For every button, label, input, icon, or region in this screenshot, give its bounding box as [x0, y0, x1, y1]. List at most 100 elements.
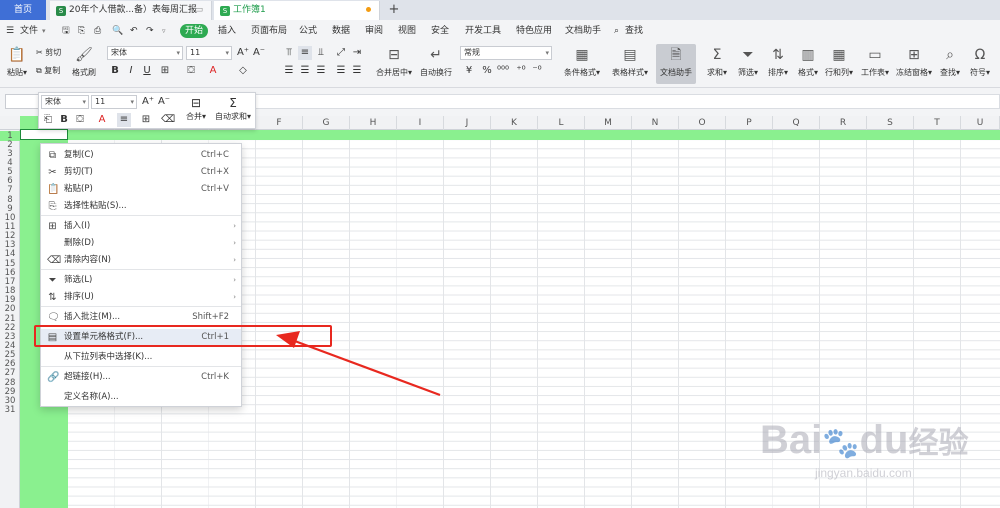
format-button[interactable]: ▥ 格式▾ [794, 46, 822, 78]
wrap-text-button[interactable]: ↵ 自动换行 [418, 46, 454, 78]
mini-autosum-button[interactable]: Σ 自动求和▾ [211, 95, 255, 122]
context-menu-item-8[interactable]: ⇅ 排序(U) › [41, 289, 241, 306]
symbol-button[interactable]: Ω 符号▾ [966, 46, 994, 78]
context-menu-item-2[interactable]: 📋 粘贴(P) Ctrl+V [41, 181, 241, 198]
column-header-k[interactable]: K [491, 116, 538, 130]
column-header-h[interactable]: H [350, 116, 397, 130]
decrease-decimal-icon[interactable]: ⁻⁰ [530, 64, 544, 78]
currency-icon[interactable]: ¥ [462, 64, 476, 78]
grow-font-icon[interactable]: A⁺ [236, 46, 250, 60]
mini-border-icon[interactable]: ⊞ [139, 113, 153, 127]
italic-icon[interactable]: I [124, 64, 138, 78]
align-top-icon[interactable]: ⫪ [282, 46, 296, 60]
mini-fill-color-icon[interactable]: ⛋ [73, 113, 87, 127]
hamburger-icon[interactable]: ☰ [6, 24, 14, 38]
menu-formula[interactable]: 公式 [299, 24, 317, 38]
context-menu-item-3[interactable]: ⎘ 选择性粘贴(S)... [41, 198, 241, 215]
table-style-button[interactable]: ▤ 表格样式▾ [608, 46, 652, 78]
distributed-icon[interactable]: ☰ [350, 64, 364, 78]
freeze-panes-button[interactable]: ⊞ 冻结窗格▾ [894, 46, 934, 78]
bold-icon[interactable]: B [108, 64, 122, 78]
column-header-u[interactable]: U [961, 116, 1000, 130]
column-header-t[interactable]: T [914, 116, 961, 130]
percent-icon[interactable]: % [480, 64, 494, 78]
redo-icon[interactable]: ↷ [146, 24, 154, 38]
align-right-icon[interactable]: ☰ [314, 64, 328, 78]
menu-insert[interactable]: 插入 [218, 24, 236, 38]
font-name-select[interactable]: 宋体 ▾ [107, 46, 183, 60]
merge-center-button[interactable]: ⊟ 合并居中▾ [372, 46, 416, 78]
shrink-font-icon[interactable]: A⁻ [252, 46, 266, 60]
menu-developer[interactable]: 开发工具 [465, 24, 501, 38]
column-header-m[interactable]: M [585, 116, 632, 130]
thousands-icon[interactable]: ⁰⁰⁰ [496, 64, 510, 78]
column-header-s[interactable]: S [867, 116, 914, 130]
font-size-select[interactable]: 11 ▾ [186, 46, 232, 60]
menu-view[interactable]: 视图 [398, 24, 416, 38]
preview-icon[interactable]: 🔍 [112, 24, 123, 38]
doc-helper-button[interactable]: 🗎 文档助手 [656, 44, 696, 84]
font-color-icon[interactable]: A [206, 64, 220, 78]
mini-font-size-select[interactable]: 11 ▾ [91, 95, 137, 109]
menu-data[interactable]: 数据 [332, 24, 350, 38]
context-menu-item-11[interactable]: 从下拉列表中选择(K)... [41, 349, 241, 366]
grow-font-icon[interactable]: A⁺ [141, 95, 155, 109]
context-menu-item-5[interactable]: 删除(D) › [41, 235, 241, 252]
column-header-g[interactable]: G [303, 116, 350, 130]
column-header-i[interactable]: I [397, 116, 444, 130]
justify-icon[interactable]: ☰ [334, 64, 348, 78]
column-header-q[interactable]: Q [773, 116, 820, 130]
context-menu-item-12[interactable]: 🔗 超链接(H)... Ctrl+K [41, 369, 241, 386]
menu-start[interactable]: 开始 [180, 24, 208, 38]
conditional-format-button[interactable]: ▦ 条件格式▾ [560, 46, 604, 78]
column-header-n[interactable]: N [632, 116, 679, 130]
context-menu-item-1[interactable]: ✂ 剪切(T) Ctrl+X [41, 164, 241, 181]
sort-button[interactable]: ⇅ 排序▾ [764, 46, 792, 78]
menu-review[interactable]: 审阅 [365, 24, 383, 38]
mini-font-name-select[interactable]: 宋体 ▾ [41, 95, 89, 109]
context-menu-item-0[interactable]: ⧉ 复制(C) Ctrl+C [41, 147, 241, 164]
shrink-font-icon[interactable]: A⁻ [157, 95, 171, 109]
selected-cell-a1[interactable] [20, 129, 68, 140]
menu-security[interactable]: 安全 [431, 24, 449, 38]
cut-button[interactable]: ✂ 剪切 [36, 47, 61, 59]
search-icon[interactable]: ⌕ [614, 24, 619, 38]
save-icon[interactable]: 🖫 [62, 24, 70, 38]
context-menu-item-4[interactable]: ⊞ 插入(I) › [41, 218, 241, 235]
mini-merge-button[interactable]: ⊟ 合并▾ [183, 95, 209, 122]
export-icon[interactable]: ⎘ [78, 24, 85, 38]
print-icon[interactable]: ⎙ [94, 24, 101, 38]
column-header-j[interactable]: J [444, 116, 491, 130]
row-col-button[interactable]: ▦ 行和列▾ [822, 46, 856, 78]
mini-font-color-icon[interactable]: A [95, 113, 109, 127]
menu-page-layout[interactable]: 页面布局 [251, 24, 287, 38]
increase-decimal-icon[interactable]: ⁺⁰ [514, 64, 528, 78]
orientation-icon[interactable]: ⤢ [334, 46, 348, 60]
name-box[interactable] [5, 94, 41, 109]
filter-button[interactable]: ⏷ 筛选▾ [734, 46, 762, 78]
add-tab-button[interactable]: + [386, 0, 402, 20]
fill-color-icon[interactable]: ⛋ [184, 64, 198, 78]
column-header-p[interactable]: P [726, 116, 773, 130]
format-painter-icon[interactable]: ⎗ [41, 113, 55, 127]
menu-file[interactable]: 文件 [20, 24, 38, 38]
menu-special-apps[interactable]: 特色应用 [516, 24, 552, 38]
context-menu-item-7[interactable]: ⏷ 筛选(L) › [41, 272, 241, 289]
paste-button[interactable]: 📋 粘贴▾ [4, 46, 30, 78]
column-header-l[interactable]: L [538, 116, 585, 130]
underline-icon[interactable]: U [140, 64, 154, 78]
row-header-31[interactable]: 31 [0, 405, 20, 415]
column-header-f[interactable]: F [256, 116, 303, 130]
tab-document-report[interactable]: S 20年个人借款...备）表每周汇报 ▭ [50, 1, 212, 20]
tab-home[interactable]: 首页 [0, 0, 46, 20]
format-painter-button[interactable]: 🖌 格式刷 [70, 46, 98, 78]
column-header-o[interactable]: O [679, 116, 726, 130]
mini-align-icon[interactable]: ≡ [117, 113, 131, 127]
align-middle-icon[interactable]: ≡ [298, 46, 312, 60]
indent-icon[interactable]: ⇥ [350, 46, 364, 60]
copy-button[interactable]: ⧉ 复制 [36, 65, 60, 77]
sum-button[interactable]: Σ 求和▾ [702, 46, 732, 78]
align-bottom-icon[interactable]: ⫫ [314, 46, 328, 60]
undo-icon[interactable]: ↶ [130, 24, 138, 38]
column-header-r[interactable]: R [820, 116, 867, 130]
